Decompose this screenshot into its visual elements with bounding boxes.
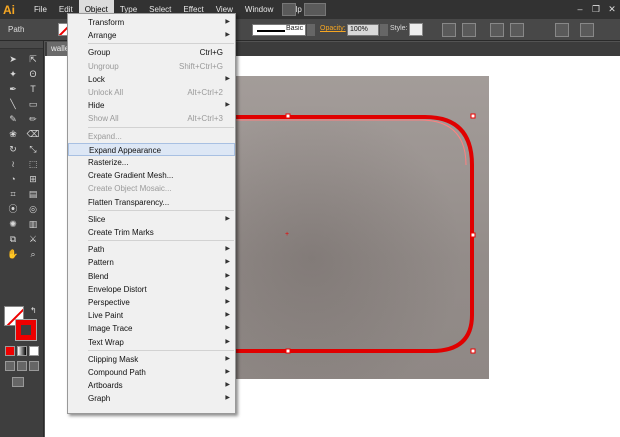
menu-item-transform[interactable]: Transform ▶ (68, 16, 235, 29)
menu-separator (88, 43, 234, 45)
submenu-arrow-icon: ▶ (225, 382, 230, 389)
submenu-arrow-icon: ▶ (225, 32, 230, 39)
menu-item-pattern[interactable]: Pattern ▶ (68, 256, 235, 269)
menu-item-label: Pattern (88, 258, 114, 268)
menu-item-shortcut: Shift+Ctrl+G (178, 61, 223, 71)
menu-item-compound-path[interactable]: Compound Path ▶ (68, 366, 235, 379)
menu-item-label: Hide (88, 101, 105, 111)
menu-item-label: Arrange (88, 31, 117, 41)
menu-item-clipping-mask[interactable]: Clipping Mask ▶ (68, 353, 235, 366)
menu-item-path[interactable]: Path ▶ (68, 243, 235, 256)
menu-item-label: Rasterize... (88, 158, 129, 167)
menu-item-label: Unlock All (88, 88, 124, 97)
object-menu: Transform ▶ Arrange ▶ Group Ctrl+G Ungroup Shif… (67, 13, 236, 414)
submenu-arrow-icon: ▶ (225, 369, 230, 375)
menu-item-label: Ungroup (88, 61, 119, 71)
submenu-arrow-icon: ▶ (225, 395, 230, 402)
anchor-point[interactable] (285, 113, 291, 119)
menu-item-unlock-all: Unlock All Alt+Ctrl+2 (68, 86, 235, 99)
menu-item-label: Blend (88, 271, 109, 281)
menu-item-blend[interactable]: Blend ▶ (68, 270, 235, 283)
menu-separator (88, 126, 234, 128)
menu-item-hide[interactable]: Hide ▶ (68, 99, 235, 112)
menu-item-label: Path (88, 245, 105, 255)
menu-item-shortcut: Alt+Ctrl+2 (187, 88, 223, 97)
menu-item-shortcut: Alt+Ctrl+3 (187, 114, 223, 124)
anchor-point[interactable] (285, 348, 291, 354)
menu-item-create-gradient-mesh[interactable]: Create Gradient Mesh... (68, 169, 235, 182)
submenu-arrow-icon: ▶ (225, 312, 230, 319)
submenu-arrow-icon: ▶ (225, 215, 230, 222)
menu-item-label: Expand Appearance (89, 145, 162, 155)
menu-item-label: Lock (88, 74, 105, 84)
menu-item-arrange[interactable]: Arrange ▶ (68, 29, 235, 42)
submenu-arrow-icon: ▶ (225, 285, 230, 292)
menu-item-label: Flatten Transparency... (88, 197, 170, 207)
menu-item-label: Slice (88, 214, 106, 224)
menu-item-group[interactable]: Group Ctrl+G (68, 46, 235, 59)
menu-item-ungroup: Ungroup Shift+Ctrl+G (68, 60, 235, 73)
menu-item-perspective[interactable]: Perspective ▶ (68, 296, 235, 309)
menu-item-slice[interactable]: Slice ▶ (68, 213, 235, 226)
menu-item-label: Text Wrap (88, 337, 124, 347)
menu-item-label: Transform (88, 18, 125, 27)
menu-item-shortcut: Ctrl+G (199, 48, 223, 58)
menu-item-label: Create Gradient Mesh... (88, 171, 174, 181)
menu-item-rasterize[interactable]: Rasterize... (68, 156, 235, 169)
submenu-arrow-icon: ▶ (225, 246, 230, 253)
submenu-arrow-icon: ▶ (225, 355, 230, 362)
menu-item-label: Perspective (88, 298, 130, 307)
menu-item-envelope-distort[interactable]: Envelope Distort ▶ (68, 283, 235, 296)
menu-item-create-object-mosaic: Create Object Mosaic... (68, 182, 235, 195)
menu-item-live-paint[interactable]: Live Paint ▶ (68, 309, 235, 322)
anchor-point[interactable] (470, 113, 476, 119)
menu-item-create-trim-marks[interactable]: Create Trim Marks (68, 226, 235, 239)
menu-item-artboards[interactable]: Artboards ▶ (68, 379, 235, 392)
submenu-arrow-icon: ▶ (225, 325, 230, 332)
menu-item-label: Show All (88, 114, 119, 124)
menu-item-label: Create Trim Marks (88, 228, 154, 237)
menu-separator (88, 349, 234, 351)
menu-item-text-wrap[interactable]: Text Wrap ▶ (68, 336, 235, 349)
submenu-arrow-icon: ▶ (225, 75, 230, 82)
menu-item-show-all: Show All Alt+Ctrl+3 (68, 112, 235, 125)
menu-item-label: Image Trace (88, 324, 133, 334)
menu-item-lock[interactable]: Lock ▶ (68, 73, 235, 86)
path-highlight (200, 119, 467, 166)
submenu-arrow-icon: ▶ (225, 19, 230, 25)
menu-item-label: Create Object Mosaic... (88, 184, 172, 194)
center-point-marker: + (285, 231, 289, 238)
menu-item-label: Compound Path (88, 368, 146, 377)
menu-item-graph[interactable]: Graph ▶ (68, 392, 235, 405)
menu-item-label: Envelope Distort (88, 284, 147, 294)
anchor-point[interactable] (470, 232, 476, 238)
menu-separator (88, 209, 234, 211)
menu-item-expand: Expand... (68, 130, 235, 143)
menu-item-label: Clipping Mask (88, 354, 139, 364)
menu-item-label: Artboards (88, 381, 123, 391)
menu-item-expand-appearance[interactable]: Expand Appearance (68, 142, 235, 156)
menu-separator (88, 240, 234, 242)
submenu-arrow-icon: ▶ (225, 102, 230, 109)
menu-item-label: Live Paint (88, 311, 124, 321)
submenu-arrow-icon: ▶ (225, 299, 230, 305)
submenu-arrow-icon: ▶ (225, 272, 230, 279)
menu-item-flatten-transparency[interactable]: Flatten Transparency... (68, 196, 235, 209)
menu-item-label: Graph (88, 394, 111, 404)
anchor-point[interactable] (470, 348, 476, 354)
submenu-arrow-icon: ▶ (225, 338, 230, 345)
submenu-arrow-icon: ▶ (225, 259, 230, 266)
rounded-rectangle-path[interactable] (200, 115, 474, 353)
menu-item-label: Group (88, 48, 111, 58)
menu-item-label: Expand... (88, 131, 122, 141)
menu-item-image-trace[interactable]: Image Trace ▶ (68, 322, 235, 335)
